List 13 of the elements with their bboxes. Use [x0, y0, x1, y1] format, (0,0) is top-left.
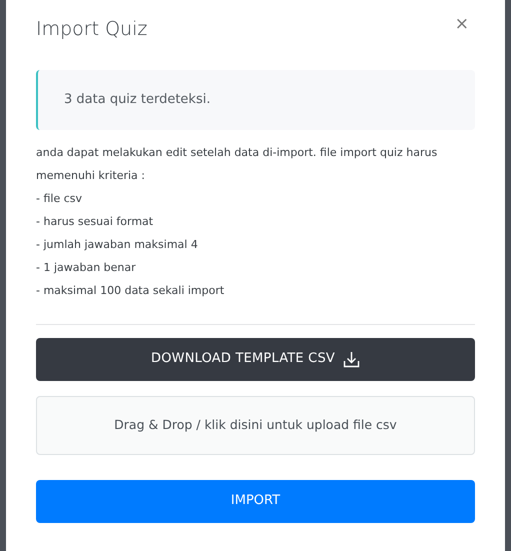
download-template-button[interactable]: DOWNLOAD TEMPLATE CSV: [36, 338, 475, 380]
import-button[interactable]: IMPORT: [36, 480, 475, 522]
criteria-item: - jumlah jawaban maksimal 4: [36, 236, 199, 252]
info-alert: 3 data quiz terdeteksi.: [36, 70, 475, 130]
criteria-item: - 1 jawaban benar: [36, 260, 137, 276]
criteria-item: - file csv: [36, 190, 84, 206]
description-text: anda dapat melakukan edit setelah data di-import. file import quiz harus memenuhi kriteria :: [36, 144, 438, 184]
file-dropzone[interactable]: Drag & Drop / klik disini untuk upload file csv: [36, 396, 475, 454]
criteria-item: - maksimal 100 data sekali import: [36, 282, 226, 298]
download-icon: [343, 350, 360, 368]
close-button[interactable]: ×: [448, 14, 475, 34]
criteria-item: - harus sesuai format: [36, 214, 154, 230]
modal-title: Import Quiz: [36, 17, 148, 42]
